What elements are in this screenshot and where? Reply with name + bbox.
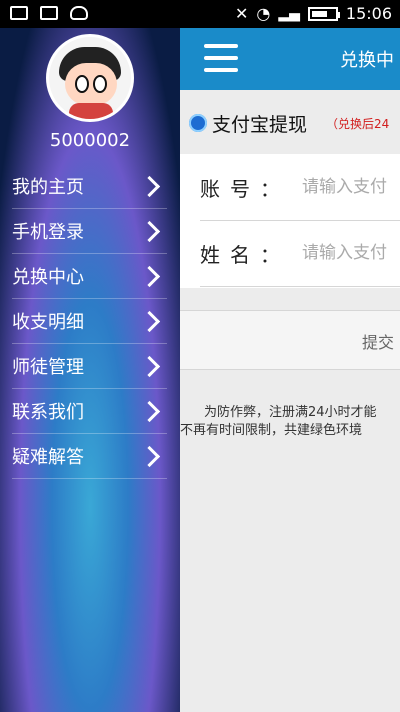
sidebar-item-phone-login[interactable]: 手机登录	[12, 209, 167, 254]
chevron-right-icon	[138, 265, 161, 287]
menu-icon[interactable]	[204, 44, 238, 72]
battery-icon	[307, 6, 340, 21]
account-label: 账号：	[200, 176, 290, 201]
chevron-right-icon	[138, 400, 161, 422]
user-id: 5000002	[49, 130, 131, 151]
withdraw-form: 账号： 姓名：	[180, 154, 400, 288]
clock: 15:06	[345, 4, 392, 23]
cat-icon	[70, 6, 88, 20]
name-field[interactable]	[302, 243, 400, 263]
sidebar-item-transactions[interactable]: 收支明细	[12, 299, 167, 344]
alipay-title: 支付宝提现	[212, 114, 308, 136]
sidebar: 5000002 我的主页 手机登录 兑换中心 收支明细 师徒管理 联系我们 疑难…	[0, 28, 180, 712]
submit-button[interactable]: 提交	[180, 310, 400, 370]
chevron-right-icon	[138, 310, 161, 332]
chevron-right-icon	[138, 445, 161, 467]
mute-icon: ✕	[234, 4, 249, 23]
alipay-icon	[189, 114, 207, 132]
alipay-note: （兑换后24	[326, 117, 390, 131]
main-panel: 兑换中 支付宝提现 （兑换后24 账号： 姓名： 提交 为防作弊，注册满24小时…	[180, 28, 400, 712]
sidebar-item-label: 疑难解答	[12, 447, 84, 468]
chevron-right-icon	[138, 355, 161, 377]
name-label: 姓名：	[200, 242, 290, 267]
sidebar-item-label: 联系我们	[12, 402, 84, 423]
notice-line: 不再有时间限制，共建绿色环境	[180, 423, 363, 438]
name-row: 姓名：	[200, 220, 400, 287]
status-bar: ✕ ◔ ▂▄ 15:06	[0, 0, 400, 28]
account-field[interactable]	[302, 177, 400, 197]
sidebar-item-label: 兑换中心	[12, 267, 84, 288]
sidebar-item-label: 师徒管理	[12, 357, 84, 378]
image-icon	[10, 6, 28, 20]
chevron-right-icon	[138, 175, 161, 197]
wifi-icon: ◔	[256, 4, 271, 23]
sidebar-item-contact[interactable]: 联系我们	[12, 389, 167, 434]
sidebar-menu: 我的主页 手机登录 兑换中心 收支明细 师徒管理 联系我们 疑难解答	[12, 164, 167, 479]
sidebar-item-mentor[interactable]: 师徒管理	[12, 344, 167, 389]
signal-icon: ▂▄	[278, 5, 300, 22]
sidebar-item-label: 我的主页	[12, 177, 84, 198]
sidebar-item-label: 手机登录	[12, 222, 84, 243]
page-title: 兑换中	[340, 50, 394, 71]
sidebar-item-faq[interactable]: 疑难解答	[12, 434, 167, 479]
notice-line: 为防作弊，注册满24小时才能	[204, 405, 377, 420]
chevron-right-icon	[138, 220, 161, 242]
submit-label: 提交	[362, 333, 395, 352]
sidebar-item-exchange[interactable]: 兑换中心	[12, 254, 167, 299]
alipay-header: 支付宝提现 （兑换后24	[180, 90, 400, 154]
sidebar-item-home[interactable]: 我的主页	[12, 164, 167, 209]
mail-icon	[40, 6, 58, 20]
notice-text: 为防作弊，注册满24小时才能 不再有时间限制，共建绿色环境	[180, 404, 400, 440]
avatar[interactable]	[46, 34, 134, 122]
sidebar-item-label: 收支明细	[12, 312, 84, 333]
account-row: 账号：	[200, 154, 400, 221]
top-bar: 兑换中	[180, 28, 400, 90]
